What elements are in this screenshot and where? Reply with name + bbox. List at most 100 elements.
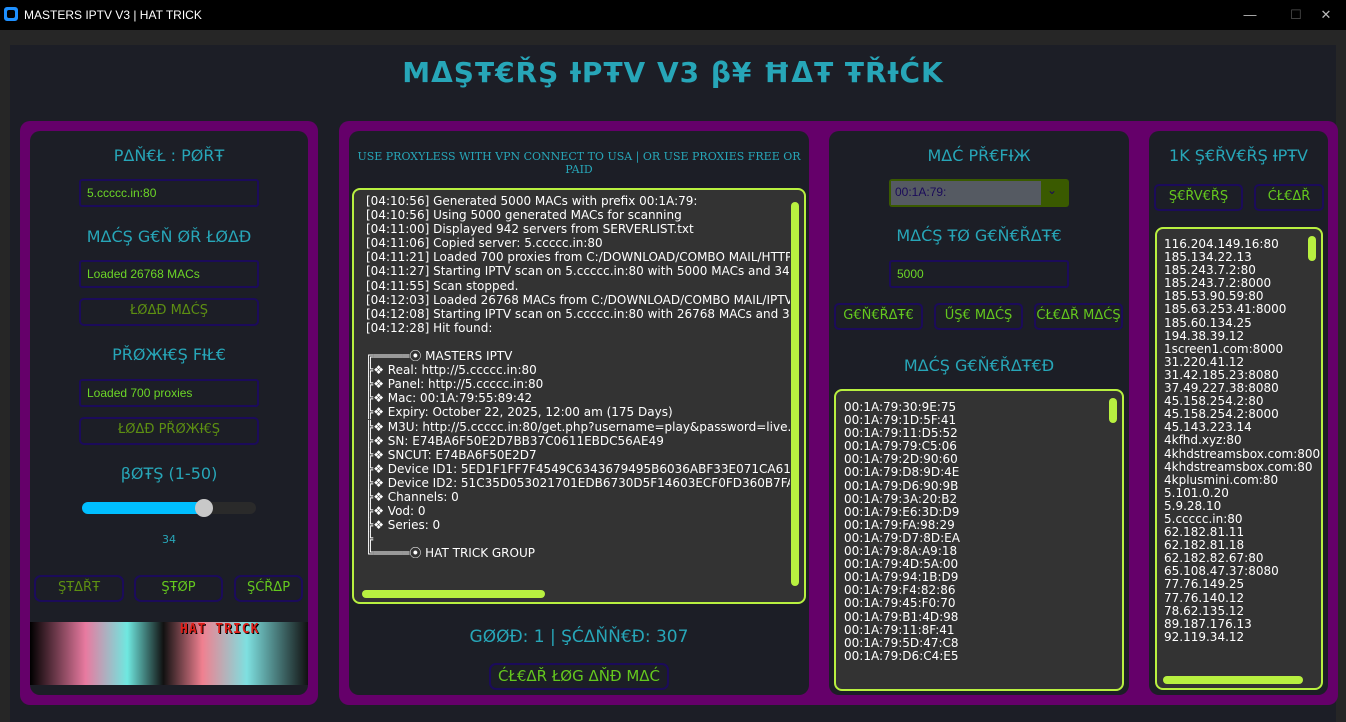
use-macs-button[interactable]: ŰŞ€ MΔĆŞ: [934, 303, 1023, 330]
log-line: ╠❖ SN: E74BA6F50E2D7BB37C0611EBDC56AE49: [366, 433, 664, 448]
log-line: [04:11:27] Starting IPTV scan on 5.ccccc…: [366, 264, 790, 279]
server-list-item: 185.63.253.41:8000: [1164, 302, 1287, 317]
server-list-item: 92.119.34.12: [1164, 629, 1245, 644]
panel-port-input[interactable]: 5.ccccc.in:80: [79, 179, 259, 207]
log-line: ╠❖ Expiry: October 22, 2025, 12:00 am (1…: [366, 405, 673, 420]
log-line: ╠: [366, 532, 374, 547]
start-button[interactable]: ŞŦΔŘŦ: [34, 575, 124, 602]
server-list-item: 78.62.135.12: [1164, 603, 1245, 618]
server-list-item: 4kfhd.xyz:80: [1164, 433, 1242, 448]
log-line: [04:12:08] Starting IPTV scan on 5.ccccc…: [366, 306, 790, 321]
mac-list-item: 00:1A:79:E6:3D:D9: [844, 504, 960, 519]
mac-list-item: 00:1A:79:45:F0:70: [844, 596, 956, 611]
mac-list-scrollbar[interactable]: [1109, 398, 1117, 423]
window-title: MASTERS IPTV V3 | HAT TRICK: [24, 8, 202, 22]
log-line: [04:10:56] Using 5000 generated MACs for…: [366, 208, 682, 223]
log-panel: USE PROXYLESS WITH VPN CONNECT TO USA | …: [349, 131, 809, 695]
clear-servers-button[interactable]: ĆŁ€ΔŘ: [1254, 184, 1324, 211]
mac-list-item: 00:1A:79:11:8F:41: [844, 622, 955, 637]
proxies-label: PŘØЖƗ€Ş FƗŁ€: [112, 345, 226, 364]
load-proxies-button[interactable]: ŁØΔĐ PŘØЖƗ€Ş: [79, 417, 259, 445]
server-list-item: 5.101.0.20: [1164, 485, 1229, 500]
hat-trick-banner-image: HAT TRICK: [30, 622, 308, 685]
log-horizontal-scrollbar[interactable]: [362, 590, 545, 598]
mac-list[interactable]: 00:1A:79:30:9E:75 00:1A:79:1D:5F:41 00:1A:…: [834, 389, 1124, 691]
proxies-input[interactable]: Loaded 700 proxies: [79, 379, 259, 407]
log-line: ╠❖ Mac: 00:1A:79:55:89:42: [366, 391, 533, 406]
server-list-item: 77.76.149.25: [1164, 577, 1245, 592]
bots-value: 34: [162, 533, 176, 546]
log-output[interactable]: [04:10:56] Generated 5000 MACs with pref…: [352, 188, 806, 604]
clear-macs-button[interactable]: ĆŁ€ΔŘ MΔĆŞ: [1034, 303, 1123, 330]
mac-list-item: 00:1A:79:D8:9D:4E: [844, 465, 960, 480]
close-button[interactable]: ✕: [1306, 4, 1346, 26]
mac-count-input[interactable]: 5000: [889, 260, 1069, 288]
mac-list-item: 00:1A:79:D6:C4:E5: [844, 648, 959, 663]
mac-list-item: 00:1A:79:B1:4D:98: [844, 609, 959, 624]
server-list[interactable]: 116.204.149.16:80 185.134.22.13 185.243.7.…: [1155, 227, 1323, 690]
log-line: ╠❖ Device ID1: 5ED1F1FF7F4549C6343679495…: [366, 461, 790, 476]
slider-handle[interactable]: [195, 499, 214, 517]
log-line: [04:11:21] Loaded 700 proxies from C:/DO…: [366, 250, 790, 265]
mac-list-item: 00:1A:79:FA:98:29: [844, 517, 955, 532]
chevron-down-icon[interactable]: ⌄: [1047, 183, 1057, 197]
app-icon: [4, 7, 18, 21]
log-line: ╚═════⦿ HAT TRICK GROUP: [366, 546, 535, 561]
mac-prefix-dropdown[interactable]: 00:1A:79: ⌄: [889, 179, 1069, 207]
servers-panel: 1K Ş€ŘV€ŘŞ ƗPŦV Ş€ŘV€ŘŞ ĆŁ€ΔŘ 116.204.14…: [1149, 131, 1328, 695]
stop-button[interactable]: ŞŦØP: [134, 575, 223, 602]
mac-prefix-value: 00:1A:79:: [891, 181, 1041, 205]
macs-generated-label: MΔĆŞ G€Ň€ŘΔŦ€Đ: [903, 356, 1055, 375]
log-line: ╠❖ Channels: 0: [366, 489, 459, 504]
log-line: [04:12:28] Hit found:: [366, 320, 493, 335]
log-line: [04:12:03] Loaded 26768 MACs from C:/DOW…: [366, 292, 790, 307]
scrap-button[interactable]: ŞĆŘΔP: [234, 575, 303, 602]
bots-label: βØŦŞ (1-50): [120, 464, 218, 483]
log-line: [04:11:55] Scan stopped.: [366, 278, 519, 293]
log-line: ╠❖ Series: 0: [366, 518, 441, 533]
mac-panel: MΔĆ PŘ€FƗЖ 00:1A:79: ⌄ MΔĆŞ ŦØ G€Ň€ŘΔŦ€ …: [829, 131, 1129, 695]
log-line: ╠❖ Vod: 0: [366, 504, 426, 519]
servers-label: 1K Ş€ŘV€ŘŞ ƗPŦV: [1169, 146, 1308, 165]
log-line: ╠❖ Real: http://5.ccccc.in:80: [366, 363, 537, 378]
log-line: [04:11:00] Displayed 942 servers from SE…: [366, 222, 694, 237]
log-line: ╠❖ SNCUT: E74BA6F50E2D7: [366, 447, 537, 462]
mac-list-item: 00:1A:79:5D:47:C8: [844, 635, 959, 650]
server-list-item: 4khdstreamsbox.com:80: [1164, 459, 1313, 474]
clear-log-button[interactable]: ĆŁ€ΔŘ ŁØG ΔŇĐ MΔĆ: [489, 663, 669, 690]
title-bar: MASTERS IPTV V3 | HAT TRICK — ☐ ✕: [0, 0, 1346, 30]
mac-prefix-label: MΔĆ PŘ€FƗЖ: [927, 146, 1031, 165]
macs-input[interactable]: Loaded 26768 MACs: [79, 260, 259, 288]
macs-label: MΔĆŞ G€Ň ØŘ ŁØΔĐ: [86, 227, 252, 246]
proxy-notice: USE PROXYLESS WITH VPN CONNECT TO USA | …: [357, 150, 801, 176]
server-list-item: 185.60.134.25: [1164, 315, 1252, 330]
server-list-item: 5.9.28.10: [1164, 498, 1222, 513]
server-list-item: 77.76.140.12: [1164, 590, 1245, 605]
banner-text: HAT TRICK: [180, 622, 260, 637]
servers-button[interactable]: Ş€ŘV€ŘŞ: [1154, 184, 1243, 211]
log-line: ╠❖ Panel: http://5.ccccc.in:80: [366, 377, 544, 392]
bots-slider[interactable]: [82, 499, 256, 517]
server-list-item: 194.38.39.12: [1164, 328, 1245, 343]
log-line: ╠❖ Device ID2: 51C35D053021701EDB6730D5F…: [366, 475, 790, 490]
log-line: ╠❖ M3U: http://5.ccccc.in:80/get.php?use…: [366, 419, 790, 434]
panel-port-label: PΔŇ€Ł : PØŘŦ: [113, 146, 225, 165]
scan-stats: GØØĐ: 1 | ŞĆΔŇŇ€Đ: 307: [469, 627, 689, 647]
mac-list-item: 00:1A:79:D6:90:9B: [844, 478, 959, 493]
server-list-item: 89.187.176.13: [1164, 616, 1252, 631]
server-list-item: 4kplusmini.com:80: [1164, 472, 1279, 487]
generate-button[interactable]: G€Ň€ŘΔŦ€: [834, 303, 923, 330]
mac-list-item: 00:1A:79:3A:20:B2: [844, 491, 958, 506]
server-list-horizontal-scrollbar[interactable]: [1163, 676, 1303, 684]
server-list-item: 31.220.41.12: [1164, 354, 1245, 369]
minimize-button[interactable]: —: [1230, 4, 1270, 26]
left-panel: PΔŇ€Ł : PØŘŦ 5.ccccc.in:80 MΔĆŞ G€Ň ØŘ Ł…: [30, 131, 308, 695]
macs-to-generate-label: MΔĆŞ ŦØ G€Ň€ŘΔŦ€: [896, 226, 1062, 245]
server-list-item: 1screen1.com:8000: [1164, 341, 1284, 356]
log-line: ╔═════⦿ MASTERS IPTV: [366, 349, 513, 364]
load-macs-button[interactable]: ŁØΔĐ MΔĆŞ: [79, 298, 259, 326]
server-list-scrollbar[interactable]: [1308, 236, 1316, 261]
page-title: MΔŞŦ€ŘŞ ƗPŦV V3 β¥ ĦΔŦ ŦŘƗĆK: [402, 56, 944, 89]
log-vertical-scrollbar[interactable]: [791, 202, 799, 586]
